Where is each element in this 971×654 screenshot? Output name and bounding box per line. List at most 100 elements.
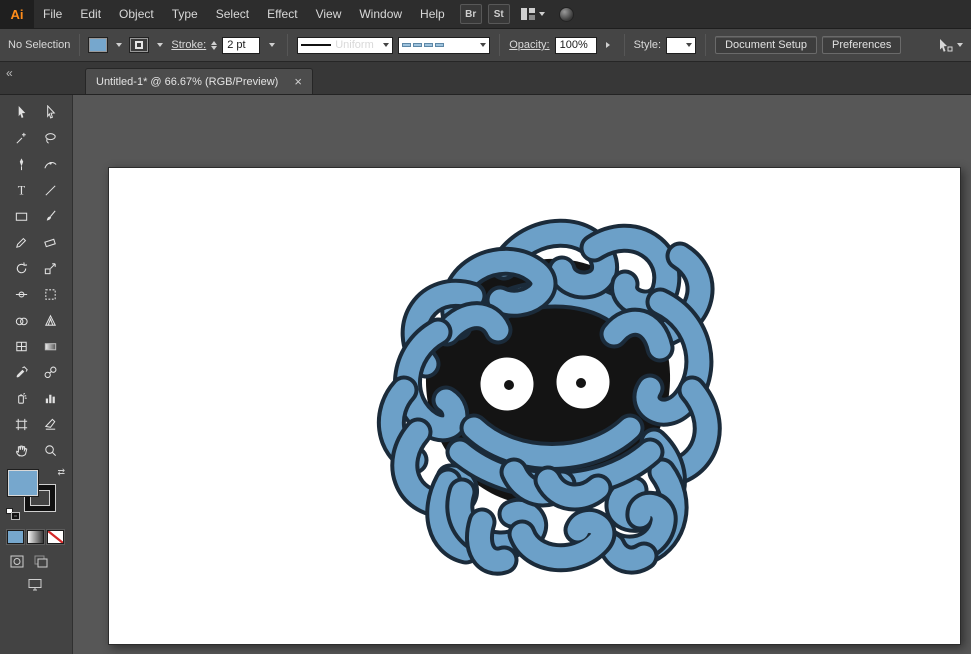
pencil-tool[interactable] [12, 234, 32, 251]
gradient-button[interactable] [27, 530, 44, 544]
main-area: T ⇄ [0, 95, 971, 654]
divider [623, 34, 625, 56]
draw-behind-icon[interactable] [34, 555, 48, 568]
collapse-dock-icon[interactable]: « [0, 66, 73, 94]
menu-help[interactable]: Help [411, 0, 454, 28]
stroke-panel-link[interactable]: Stroke: [171, 39, 206, 51]
style-label: Style: [633, 39, 662, 51]
close-icon[interactable]: × [294, 75, 302, 88]
chevron-down-icon[interactable] [957, 43, 963, 47]
default-fill-stroke-icon[interactable] [6, 508, 19, 519]
type-tool[interactable]: T [12, 182, 32, 199]
opacity-dropdown[interactable] [602, 37, 615, 53]
tangela-artwork[interactable] [362, 204, 740, 576]
divider [79, 34, 81, 56]
chevron-down-icon [268, 43, 275, 47]
menu-object[interactable]: Object [110, 0, 163, 28]
chevron-down-icon [538, 12, 545, 16]
chevron-down-icon [115, 43, 122, 47]
menu-window[interactable]: Window [350, 0, 411, 28]
brush-preview-icon [402, 43, 445, 47]
stroke-weight-stepper[interactable] [211, 40, 218, 50]
canvas-area[interactable] [73, 95, 971, 654]
stroke-color-swatch[interactable] [130, 38, 149, 52]
scale-tool[interactable] [41, 260, 61, 277]
width-tool[interactable] [12, 286, 32, 303]
select-similar-icon[interactable] [936, 38, 953, 53]
menu-select[interactable]: Select [207, 0, 258, 28]
blend-tool[interactable] [41, 364, 61, 381]
variable-width-profile-dropdown[interactable]: Uniform [297, 36, 394, 54]
stroke-preview-icon [301, 44, 332, 46]
stroke-weight-input[interactable]: 2 pt [222, 36, 261, 54]
app-logo: Ai [0, 0, 34, 28]
chevron-right-icon [606, 42, 611, 48]
drawing-mode-buttons [10, 555, 62, 568]
step-down-icon [211, 45, 218, 50]
svg-text:T: T [18, 184, 26, 198]
curvature-tool[interactable] [41, 156, 61, 173]
color-mode-buttons [7, 530, 65, 544]
rectangle-tool[interactable] [12, 208, 32, 225]
divider [705, 34, 707, 56]
menu-edit[interactable]: Edit [71, 0, 110, 28]
zoom-tool[interactable] [41, 442, 61, 459]
eyedropper-tool[interactable] [12, 364, 32, 381]
preferences-button[interactable]: Preferences [822, 36, 902, 54]
stroke-weight-dropdown[interactable] [265, 37, 278, 53]
divider [499, 34, 501, 56]
document-setup-button[interactable]: Document Setup [715, 36, 818, 54]
swap-fill-stroke-icon[interactable]: ⇄ [57, 467, 65, 478]
selection-tool[interactable] [12, 104, 32, 121]
fill-color-swatch[interactable] [89, 38, 108, 52]
slice-tool[interactable] [41, 416, 61, 433]
shape-builder-tool[interactable] [12, 312, 32, 329]
symbol-sprayer-tool[interactable] [12, 390, 32, 407]
none-button[interactable] [47, 530, 64, 544]
tab-bar: « Untitled-1* @ 66.67% (RGB/Preview) × [0, 62, 971, 95]
hand-tool[interactable] [12, 442, 32, 459]
stroke-color-dropdown[interactable] [153, 37, 166, 53]
style-dropdown[interactable] [666, 36, 697, 54]
document-tab[interactable]: Untitled-1* @ 66.67% (RGB/Preview) × [85, 68, 313, 94]
paintbrush-tool[interactable] [41, 208, 61, 225]
artboard-tool[interactable] [12, 416, 32, 433]
pen-tool[interactable] [12, 156, 32, 173]
fill-color-dropdown[interactable] [112, 37, 125, 53]
workspace-switcher[interactable] [520, 7, 545, 21]
direct-selection-tool[interactable] [41, 104, 61, 121]
gradient-tool[interactable] [41, 338, 61, 355]
cs-live-icon[interactable] [558, 6, 574, 22]
tool-grid: T [7, 104, 65, 459]
rotate-tool[interactable] [12, 260, 32, 277]
magic-wand-tool[interactable] [12, 130, 32, 147]
lasso-tool[interactable] [41, 130, 61, 147]
fill-proxy-swatch[interactable] [8, 470, 38, 496]
stroke-indicator-icon [135, 41, 144, 49]
chevron-down-icon [156, 43, 163, 47]
eraser-tool[interactable] [41, 234, 61, 251]
tools-panel: T ⇄ [0, 95, 73, 654]
menu-view[interactable]: View [307, 0, 351, 28]
column-graph-tool[interactable] [41, 390, 61, 407]
chevron-down-icon [686, 43, 693, 47]
line-segment-tool[interactable] [41, 182, 61, 199]
perspective-grid-tool[interactable] [41, 312, 61, 329]
menu-effect[interactable]: Effect [258, 0, 306, 28]
menu-type[interactable]: Type [163, 0, 207, 28]
stock-button[interactable]: St [487, 4, 510, 24]
artboard[interactable] [108, 167, 961, 645]
control-bar: No Selection Stroke: 2 pt Uniform Opacit… [0, 29, 971, 62]
opacity-input[interactable]: 100% [554, 36, 597, 54]
screen-mode-button[interactable] [28, 578, 48, 596]
menu-file[interactable]: File [34, 0, 71, 28]
draw-normal-icon[interactable] [10, 555, 24, 568]
color-button[interactable] [7, 530, 24, 544]
mesh-tool[interactable] [12, 338, 32, 355]
free-transform-tool[interactable] [41, 286, 61, 303]
illustrator-window: Ai File Edit Object Type Select Effect V… [0, 0, 971, 654]
bridge-button[interactable]: Br [459, 4, 482, 24]
opacity-panel-link[interactable]: Opacity: [509, 39, 549, 51]
brush-definition-dropdown[interactable] [398, 36, 491, 54]
selection-status: No Selection [8, 39, 71, 51]
